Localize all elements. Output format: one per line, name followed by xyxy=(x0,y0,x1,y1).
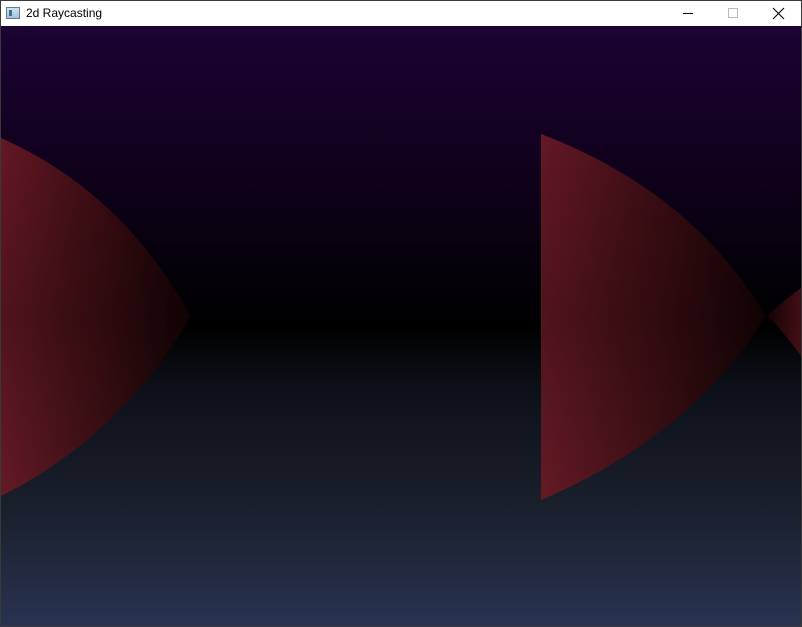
raycast-scene xyxy=(1,134,801,500)
app-window: 2d Raycasting xyxy=(0,0,802,627)
render-viewport[interactable] xyxy=(1,26,801,626)
close-icon xyxy=(772,7,785,20)
title-bar[interactable]: 2d Raycasting xyxy=(1,1,801,26)
wall-segment-edge xyxy=(767,288,801,356)
maximize-button[interactable] xyxy=(710,1,756,26)
close-button[interactable] xyxy=(755,1,801,26)
minimize-button[interactable] xyxy=(664,1,710,26)
app-window-icon xyxy=(6,7,20,19)
window-title: 2d Raycasting xyxy=(26,6,103,20)
